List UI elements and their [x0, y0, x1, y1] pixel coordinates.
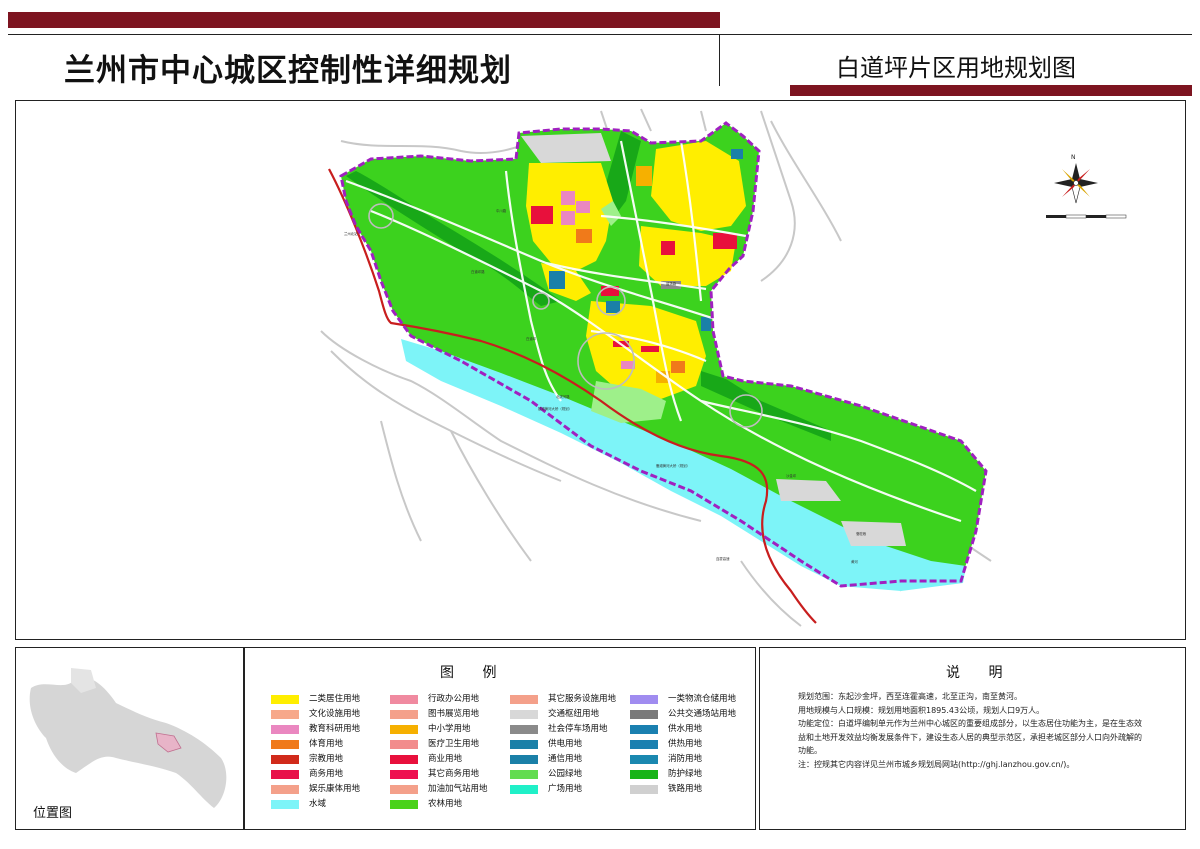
- legend-label: 广场用地: [548, 784, 583, 794]
- legend-title: 图 例: [440, 665, 509, 681]
- scale-bar: [1046, 214, 1127, 219]
- legend-swatch: [390, 725, 418, 734]
- legend-label: 防护绿地: [668, 769, 703, 779]
- legend-swatch: [630, 770, 658, 779]
- legend-label: 加油加气站用地: [428, 784, 488, 794]
- legend-swatch: [630, 785, 658, 794]
- legend-label: 教育科研用地: [309, 724, 361, 734]
- note-line: 功能。: [798, 746, 822, 755]
- notes-panel: 说 明 规划范围：东起沙金坪，西至连霍高速，北至正沟，南至黄河。 用地规模与人口…: [759, 647, 1186, 830]
- map-label: 白道坪路: [471, 270, 485, 274]
- header-top-bar: [8, 12, 720, 28]
- note-line: 功能定位：白道坪编制单元作为兰州中心城区的重要组成部分，以生态居住功能为主，是在…: [798, 719, 1142, 728]
- legend-label: 行政办公用地: [428, 694, 480, 704]
- note-line: 益和土地开发效益均衡发展条件下，建设生态人居的典型示范区，承担老城区部分人口向外…: [798, 732, 1142, 742]
- legend-label: 娱乐康体用地: [309, 784, 361, 794]
- legend-label: 供热用地: [668, 739, 703, 749]
- compass-rose: [1054, 163, 1098, 204]
- land-use-map[interactable]: [16, 101, 1186, 640]
- legend-swatch: [271, 695, 299, 704]
- note-line: 规划范围：东起沙金坪，西至连霍高速，北至正沟，南至黄河。: [798, 692, 1022, 701]
- compass-north-label: N: [1071, 154, 1076, 161]
- location-label: 位置图: [33, 806, 73, 821]
- notes-body: 规划范围：东起沙金坪，西至连霍高速，北至正沟，南至黄河。 用地规模与人口规模：规…: [798, 690, 1173, 771]
- map-label: 骆驼巷: [856, 532, 867, 536]
- legend-swatch: [630, 740, 658, 749]
- legend-label: 二类居住用地: [309, 694, 361, 704]
- legend-label: 图书展览用地: [428, 709, 480, 719]
- legend-swatch: [510, 695, 538, 704]
- legend-swatch: [271, 710, 299, 719]
- header-bottom-bar: [790, 85, 1192, 96]
- legend-label: 其它商务用地: [428, 769, 480, 779]
- legend-label: 通信用地: [548, 754, 583, 764]
- legend-swatch: [271, 800, 299, 809]
- legend-swatch: [630, 695, 658, 704]
- notes-title: 说 明: [946, 665, 1015, 681]
- legend-label: 商业用地: [428, 754, 463, 764]
- legend-label: 消防用地: [668, 754, 703, 764]
- legend-swatch: [630, 725, 658, 734]
- legend-swatch: [390, 785, 418, 794]
- map-label: 沙金坪: [786, 474, 797, 478]
- legend-label: 农林用地: [428, 799, 463, 809]
- legend-label: 文化设施用地: [309, 709, 361, 719]
- legend-swatch: [271, 725, 299, 734]
- legend-swatch: [271, 785, 299, 794]
- legend-label: 供水用地: [668, 724, 703, 734]
- legend-panel: 图 例 二类居住用地 文化设施用地 教育科研用地 体育用地宗教用地商务用地娱乐康体用地…: [244, 647, 756, 830]
- legend-label: 体育用地: [309, 739, 344, 749]
- legend-label: 公共交通场站用地: [668, 709, 737, 719]
- legend-swatch: [390, 740, 418, 749]
- legend-label: 水域: [309, 799, 327, 809]
- map-label: 中川路: [496, 209, 507, 213]
- legend-swatch: [390, 710, 418, 719]
- legend-label: 商务用地: [309, 769, 344, 779]
- legend-label: 交通枢纽用地: [548, 709, 600, 719]
- legend-swatch: [510, 770, 538, 779]
- map-label: 雁滩黄河大桥（规划）: [656, 464, 690, 468]
- note-line: 用地规模与人口规模：规划用地面积1895.43公顷，规划人口9万人。: [798, 705, 1045, 715]
- legend-label: 一类物流仓储用地: [668, 694, 737, 704]
- legend-swatch: [390, 770, 418, 779]
- legend-label: 铁路用地: [668, 784, 703, 794]
- map-label: 白道坪: [526, 337, 537, 341]
- legend-label: 医疗卫生用地: [428, 739, 480, 749]
- map-label: 兰州北站: [344, 232, 358, 236]
- legend-label: 其它服务设施用地: [548, 694, 617, 704]
- legend-label: 供电用地: [548, 739, 583, 749]
- map-label: 连霍高速: [716, 557, 730, 561]
- note-line: 注：控规其它内容详见兰州市城乡规划局网站(http://ghj.lanzhou.…: [798, 759, 1075, 769]
- legend-swatch: [271, 740, 299, 749]
- legend-swatch: [390, 800, 418, 809]
- location-panel: 位置图: [15, 647, 244, 830]
- legend-swatch: [510, 785, 538, 794]
- map-label: 盐场路: [666, 282, 677, 286]
- legend-label: 社会停车场用地: [548, 724, 608, 734]
- legend-swatch: [630, 710, 658, 719]
- legend-swatch: [271, 755, 299, 764]
- page-title: 兰州市中心城区控制性详细规划: [64, 53, 512, 89]
- legend-swatch: [510, 755, 538, 764]
- legend-label: 公园绿地: [548, 769, 583, 779]
- map-panel: N 兰州北站 中川路 白道坪路 沙金坪 盐场路 北滨河路 白道坪 骆驼巷 黄河 …: [15, 100, 1186, 640]
- legend-label: 中小学用地: [428, 724, 471, 734]
- map-label: 银滩黄河大桥（规划）: [538, 407, 572, 411]
- legend-swatch: [390, 695, 418, 704]
- legend-swatch: [630, 755, 658, 764]
- map-label: 黄河: [851, 560, 858, 564]
- legend-swatch: [390, 755, 418, 764]
- legend-swatch: [510, 740, 538, 749]
- legend-label: 宗教用地: [309, 754, 344, 764]
- legend-swatch: [271, 770, 299, 779]
- map-label: 北滨河路: [556, 395, 570, 399]
- page-subtitle: 白道坪片区用地规划图: [836, 54, 1076, 82]
- legend-swatch: [510, 710, 538, 719]
- legend-swatch: [510, 725, 538, 734]
